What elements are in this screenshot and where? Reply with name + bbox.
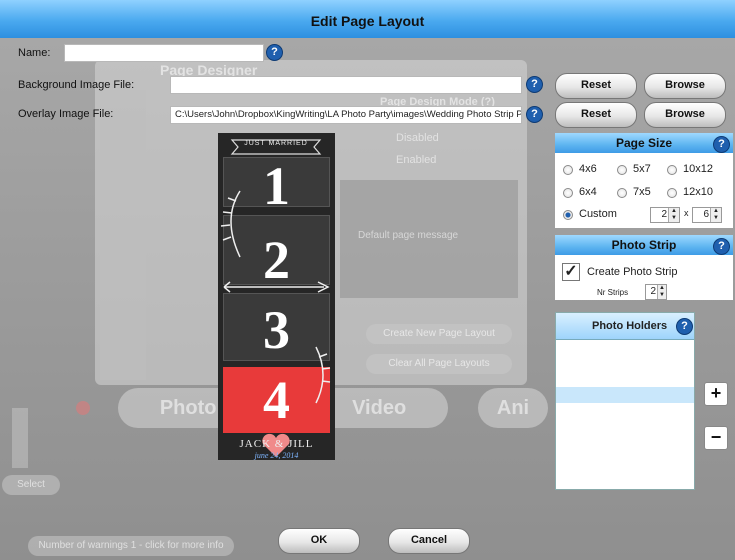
photo-strip-title: Photo Strip <box>611 238 677 252</box>
cancel-button[interactable]: Cancel <box>388 528 470 554</box>
nr-strips-label: Nr Strips <box>597 288 629 297</box>
overlay-reset-button[interactable]: Reset <box>555 102 637 128</box>
create-photo-strip-checkbox[interactable]: ✓ <box>562 263 580 281</box>
label-12x10: 12x10 <box>683 186 713 198</box>
custom-height-stepper[interactable]: 6 ▲ ▼ <box>692 207 722 223</box>
bg-enabled-option: Enabled <box>396 154 437 166</box>
photo-holders-list[interactable]: Photo Holders <box>555 312 695 490</box>
bg-thumbnail-column <box>100 90 146 380</box>
bg-create-new-layout: Create New Page Layout <box>366 324 512 344</box>
radio-6x4[interactable] <box>563 188 573 198</box>
arrow-icon <box>220 281 333 296</box>
bg-video-tab: Video <box>352 397 407 419</box>
custom-width-arrows[interactable]: ▲ ▼ <box>668 208 679 222</box>
bg-side-slider <box>12 408 28 468</box>
nr-strips-value: 2 <box>650 286 656 297</box>
name-help-icon[interactable]: ? <box>266 44 283 61</box>
laurel-left-icon <box>218 189 248 262</box>
bg-select-button: Select <box>2 475 60 495</box>
radio-7x5[interactable] <box>617 188 627 198</box>
add-photo-holder-button[interactable]: + <box>704 382 728 406</box>
nr-strips-arrows[interactable]: ▲ ▼ <box>657 285 666 299</box>
couple-names: JACK & JILL <box>239 438 314 450</box>
nr-strips-stepper[interactable]: 2 ▲ ▼ <box>645 284 667 300</box>
radio-12x10[interactable] <box>667 188 677 198</box>
background-image-input[interactable] <box>170 76 522 94</box>
label-custom: Custom <box>579 208 617 220</box>
wedding-date: june 24, 2014 <box>254 451 299 460</box>
photo-holders-title: Photo Holders <box>592 320 668 332</box>
name-input[interactable] <box>64 44 264 62</box>
custom-width-value: 2 <box>661 209 667 220</box>
page-size-help-icon[interactable]: ? <box>713 136 730 153</box>
radio-custom[interactable] <box>563 210 573 220</box>
background-browse-button[interactable]: Browse <box>644 73 726 99</box>
ok-button[interactable]: OK <box>278 528 360 554</box>
bg-photo-tab: Photo <box>159 397 217 419</box>
radio-10x12[interactable] <box>667 165 677 175</box>
photo-holders-help-icon[interactable]: ? <box>676 318 693 335</box>
bg-clear-all-layouts: Clear All Page Layouts <box>366 354 512 374</box>
remove-photo-holder-button[interactable]: − <box>704 426 728 450</box>
overlay-browse-button[interactable]: Browse <box>644 102 726 128</box>
window-title: Edit Page Layout <box>310 13 425 29</box>
background-image-label: Background Image File: <box>18 79 135 91</box>
photo-holders-header: Photo Holders <box>556 313 694 340</box>
radio-5x7[interactable] <box>617 165 627 175</box>
label-10x12: 10x12 <box>683 163 713 175</box>
overlay-image-label: Overlay Image File: <box>18 108 114 120</box>
create-photo-strip-label: Create Photo Strip <box>587 266 678 278</box>
photo-strip-header: Photo Strip <box>555 235 733 255</box>
bg-anim-tab: Ani <box>478 388 548 428</box>
label-4x6: 4x6 <box>579 163 597 175</box>
bg-default-message: Default page message <box>358 230 459 241</box>
custom-height-value: 6 <box>703 209 709 220</box>
photo-strip-preview: JUST MARRIED 1 2 3 4 JACK & JILL june 24… <box>218 133 335 460</box>
label-5x7: 5x7 <box>633 163 651 175</box>
background-reset-button[interactable]: Reset <box>555 73 637 99</box>
page-size-header: Page Size <box>555 133 733 153</box>
label-7x5: 7x5 <box>633 186 651 198</box>
laurel-right-icon <box>310 345 334 408</box>
overlay-image-help-icon[interactable]: ? <box>526 106 543 123</box>
overlay-image-input[interactable]: C:\Users\John\Dropbox\KingWriting\LA Pho… <box>170 106 522 124</box>
bg-warnings-button: Number of warnings 1 - click for more in… <box>28 536 234 556</box>
just-married-text: JUST MARRIED <box>244 140 308 147</box>
custom-width-stepper[interactable]: 2 ▲ ▼ <box>650 207 680 223</box>
name-label: Name: <box>18 47 51 59</box>
photo-holders-selected-row[interactable] <box>556 387 694 403</box>
custom-x-label: x <box>684 208 689 218</box>
bg-disabled-option: Disabled <box>396 132 439 144</box>
radio-4x6[interactable] <box>563 165 573 175</box>
custom-height-arrows[interactable]: ▲ ▼ <box>710 208 721 222</box>
window-title-bar: Edit Page Layout <box>0 0 735 38</box>
page-size-title: Page Size <box>615 136 673 150</box>
background-image-help-icon[interactable]: ? <box>526 76 543 93</box>
label-6x4: 6x4 <box>579 186 597 198</box>
photo-strip-help-icon[interactable]: ? <box>713 238 730 255</box>
bg-close-icon <box>76 401 90 415</box>
